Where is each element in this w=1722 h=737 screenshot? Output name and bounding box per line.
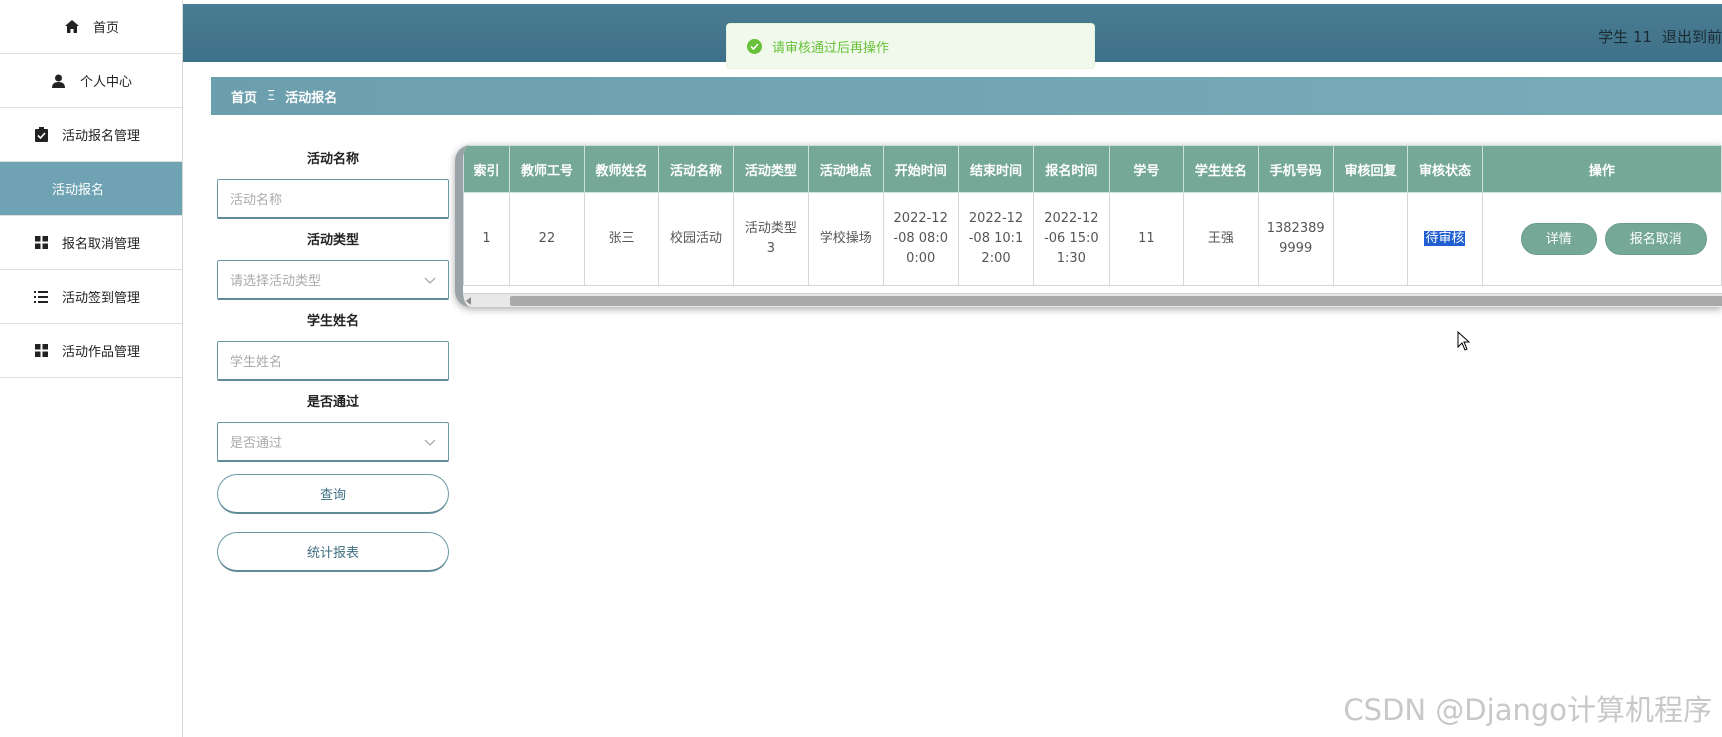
activity-name-label: 活动名称 [306,152,359,167]
column-header: 开始时间 [882,145,959,193]
breadcrumb-home[interactable]: 首页 [231,87,257,106]
sidebar: 首页 个人中心 活动报名管理 活动报名 报名取消管理 活动签到管理 活动作品管理 [0,0,183,737]
grid-icon [32,235,50,251]
sidebar-item-profile[interactable]: 个人中心 [0,54,182,108]
review-status-badge: 待审核 [1424,231,1466,246]
passed-select[interactable]: 是否通过 [217,422,449,462]
watermark: CSDN @Django计算机程序 [1343,693,1712,727]
sidebar-item-label: 个人中心 [79,75,132,90]
table-row: 1 22 张三 校园活动 活动类型3 学校操场 2022-12-08 08:00… [463,192,1722,286]
passed-label: 是否通过 [306,395,359,410]
cell-phone: 13823899999 [1257,192,1334,286]
sidebar-item-signup[interactable]: 活动报名 [0,162,182,216]
breadcrumb-separator: Ξ [267,88,276,104]
column-header: 教师工号 [509,145,585,193]
user-icon [50,73,68,89]
column-header: 教师姓名 [583,145,660,193]
column-header: 报名时间 [1033,145,1110,193]
sidebar-item-label: 活动签到管理 [62,291,141,306]
logout-link[interactable]: 退出到前 [1662,28,1722,46]
activity-type-placeholder: 请选择活动类型 [230,274,322,289]
column-header: 操作 [1481,145,1722,193]
data-table-container: 索引 教师工号 教师姓名 活动名称 活动类型 活动地点 开始时间 结束时间 报名… [455,145,1722,307]
cell-teacher-id: 22 [509,192,585,286]
chevron-down-icon [424,436,436,451]
sidebar-item-cancel-management[interactable]: 报名取消管理 [0,216,182,270]
sidebar-item-label: 报名取消管理 [62,237,141,252]
cell-student-no: 11 [1108,192,1185,286]
scrollbar-thumb[interactable] [510,296,1722,306]
scroll-left-arrow-icon[interactable] [466,297,471,305]
column-header: 审核回复 [1332,145,1409,193]
sidebar-item-label: 活动报名 [52,183,105,198]
data-table: 索引 教师工号 教师姓名 活动名称 活动类型 活动地点 开始时间 结束时间 报名… [463,145,1722,286]
toast-message: 请审核通过后再操作 [726,23,1095,69]
cell-activity-type: 活动类型3 [732,192,810,286]
search-form: 活动名称 活动名称 活动类型 请选择活动类型 学生姓名 学生姓名 是否通过 是否… [217,150,449,572]
chevron-down-icon [424,274,436,289]
detail-button[interactable]: 详情 [1520,223,1597,255]
stats-report-button[interactable]: 统计报表 [217,532,449,572]
sidebar-item-label: 首页 [92,21,119,36]
column-header: 索引 [463,145,511,193]
cell-location: 学校操场 [808,192,884,286]
breadcrumb: 首页 Ξ 活动报名 [211,77,1722,115]
activity-name-placeholder: 活动名称 [230,193,283,208]
student-name-placeholder: 学生姓名 [230,355,283,370]
page: 首页 个人中心 活动报名管理 活动报名 报名取消管理 活动签到管理 活动作品管理… [0,0,1722,737]
current-user: 学生 11 [1598,28,1652,46]
cell-teacher-name: 张三 [583,192,660,286]
column-header: 活动名称 [658,145,734,193]
student-name-input[interactable]: 学生姓名 [217,341,449,381]
query-button[interactable]: 查询 [217,474,449,514]
sidebar-item-checkin-management[interactable]: 活动签到管理 [0,270,182,324]
list-icon [32,289,50,305]
grid-icon [32,343,50,359]
passed-placeholder: 是否通过 [230,436,283,451]
cell-review-status: 待审核 [1407,192,1483,286]
breadcrumb-current: 活动报名 [285,90,338,106]
horizontal-scrollbar[interactable] [463,293,1722,307]
column-header: 结束时间 [957,145,1035,193]
cell-actions: 详情 报名取消 [1481,192,1722,286]
cancel-signup-button[interactable]: 报名取消 [1604,223,1707,255]
column-header: 学生姓名 [1183,145,1259,193]
home-icon [63,19,81,35]
clipboard-icon [32,127,50,143]
cell-start-time: 2022-12-08 08:00:00 [882,192,959,286]
column-header: 审核状态 [1407,145,1483,193]
activity-name-input[interactable]: 活动名称 [217,179,449,219]
sidebar-item-signup-management[interactable]: 活动报名管理 [0,108,182,162]
user-area: 学生 11 退出到前 [1588,26,1722,47]
column-header: 活动地点 [808,145,884,193]
column-header: 活动类型 [732,145,810,193]
cell-student-name: 王强 [1183,192,1259,286]
cell-signup-time: 2022-12-06 15:01:30 [1033,192,1110,286]
column-header: 手机号码 [1257,145,1334,193]
activity-type-label: 活动类型 [306,233,359,248]
sidebar-item-label: 活动报名管理 [62,129,141,144]
mouse-cursor-icon [1457,330,1471,355]
sidebar-item-works-management[interactable]: 活动作品管理 [0,324,182,378]
sidebar-item-label: 活动作品管理 [62,345,141,360]
toast-text: 请审核通过后再操作 [772,40,890,56]
sidebar-item-home[interactable]: 首页 [0,0,182,54]
column-header: 学号 [1108,145,1185,193]
cell-review-reply [1332,192,1409,286]
activity-type-select[interactable]: 请选择活动类型 [217,260,449,300]
cell-index: 1 [463,192,511,286]
cell-end-time: 2022-12-08 10:12:00 [957,192,1035,286]
student-name-label: 学生姓名 [306,314,359,329]
table-header-row: 索引 教师工号 教师姓名 活动名称 活动类型 活动地点 开始时间 结束时间 报名… [463,145,1722,193]
cell-activity-name: 校园活动 [658,192,734,286]
success-check-icon [747,38,762,54]
